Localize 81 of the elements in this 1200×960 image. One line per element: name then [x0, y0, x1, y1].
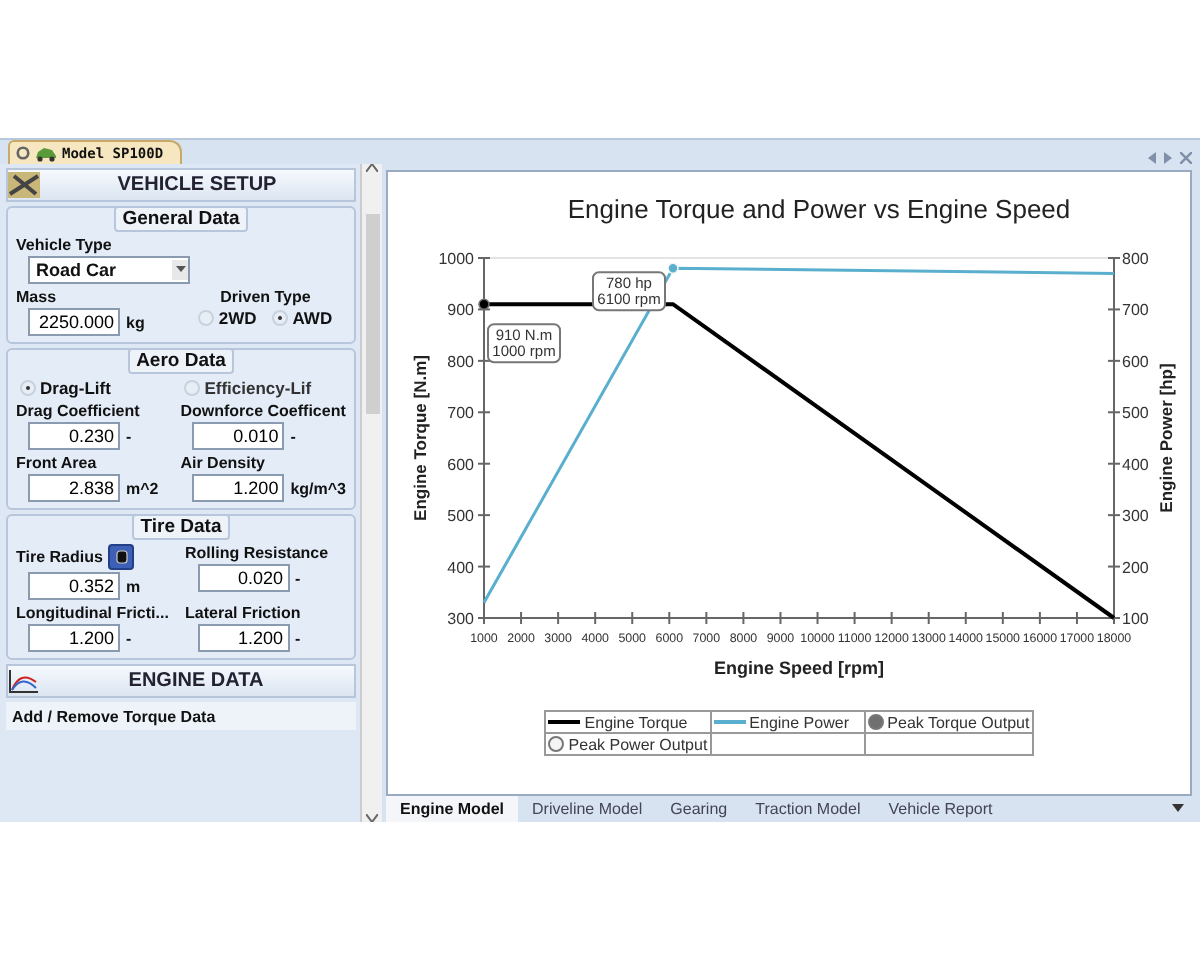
- field-label: Driven Type: [220, 288, 311, 306]
- axis-tick-label: 1000: [437, 250, 473, 268]
- input-field[interactable]: 0.230: [28, 422, 120, 450]
- input-field[interactable]: 2.838: [28, 474, 120, 502]
- radio-option[interactable]: Efficiency-Lif: [180, 378, 346, 398]
- peak-marker: [666, 262, 678, 275]
- peak-marker: [477, 298, 489, 311]
- input-field[interactable]: 2250.000: [28, 308, 120, 336]
- axis-tick-label: 500: [446, 507, 473, 526]
- input-field[interactable]: 0.010: [192, 422, 285, 450]
- axis-title: Engine Speed [rpm]: [713, 658, 883, 678]
- field-label: Air Density: [180, 454, 265, 472]
- unit-label: -: [295, 629, 301, 647]
- field-label: Longitudinal Fricti...: [16, 604, 169, 622]
- field-label: Mass: [16, 288, 57, 306]
- unit-label: m^2: [126, 479, 159, 497]
- scrollbar[interactable]: [360, 164, 382, 822]
- annotation-box: [591, 271, 665, 312]
- unit-label: kg/m^3: [290, 479, 346, 497]
- axis-title: Engine Torque [N.m]: [409, 355, 429, 521]
- field-label: Vehicle Type: [16, 236, 114, 254]
- axis-title: Engine Power [hp]: [1155, 363, 1175, 513]
- unit-label: m: [126, 577, 141, 595]
- field-label: Downforce Coefficent: [180, 402, 346, 420]
- axis-tick-label: 900: [446, 301, 473, 320]
- axis-tick-label: 600: [446, 455, 473, 474]
- tab[interactable]: Engine Model: [386, 796, 518, 822]
- input-field[interactable]: 1.200: [28, 624, 120, 652]
- unit-label: kg: [126, 313, 145, 331]
- list-item[interactable]: Add / Remove Torque Data: [6, 702, 356, 730]
- tab[interactable]: Gearing: [656, 796, 742, 822]
- input-field[interactable]: 0.352: [28, 572, 120, 600]
- axis-tick-label: 300: [1121, 507, 1148, 526]
- annotation-box: [486, 323, 560, 364]
- caret-icon: [175, 266, 185, 272]
- scroll-up-icon[interactable]: [366, 164, 378, 172]
- unit-label: -: [126, 629, 132, 647]
- radio-option[interactable]: 2WD: [198, 308, 257, 328]
- tab[interactable]: Traction Model: [741, 796, 875, 822]
- curve-chart-icon: [8, 669, 38, 693]
- axis-tick-label: 700: [446, 404, 473, 423]
- group-title: Aero Data: [128, 348, 234, 374]
- field-label: Lateral Friction: [185, 604, 301, 622]
- legend-label: Peak Power Output: [568, 735, 708, 753]
- legend-label: Peak Torque Output: [887, 713, 1030, 731]
- unit-label: -: [295, 569, 301, 587]
- axis-tick-label: 500: [1121, 404, 1148, 423]
- unit-label: -: [290, 427, 296, 445]
- tool-button[interactable]: [108, 544, 135, 570]
- field-label: Drag Coefficient: [16, 402, 140, 420]
- radio-option[interactable]: Drag-Lift: [16, 378, 173, 398]
- field-label: Tire Radius: [16, 548, 103, 566]
- axis-tick-label: 400: [1121, 455, 1148, 474]
- legend-label: Engine Power: [749, 713, 849, 731]
- axis-tick-label: 800: [1121, 250, 1148, 268]
- axis-tick-label: 700: [1121, 301, 1148, 320]
- tab[interactable]: Vehicle Report: [874, 796, 1007, 822]
- axis-tick-label: 200: [1121, 558, 1148, 577]
- section-header[interactable]: ENGINE DATA: [6, 664, 356, 698]
- legend-label: Engine Torque: [584, 713, 688, 731]
- section-title: ENGINE DATA: [126, 670, 266, 692]
- unit-label: -: [126, 427, 132, 445]
- tab[interactable]: Driveline Model: [518, 796, 657, 822]
- panel-title: VEHICLE SETUP: [115, 174, 279, 196]
- axis-tick-label: 100: [1121, 610, 1148, 628]
- axis-tick-label: 300: [446, 610, 473, 628]
- group-title: Tire Data: [132, 514, 230, 540]
- chart-title: Engine Torque and Power vs Engine Speed: [566, 194, 1070, 224]
- axis-tick-label: 800: [446, 352, 473, 371]
- car-icon: [34, 145, 58, 161]
- dropdown[interactable]: Road Car: [28, 256, 190, 284]
- input-field[interactable]: 0.020: [197, 564, 289, 592]
- axis-tick-label: 400: [446, 558, 473, 577]
- input-field[interactable]: 1.200: [192, 474, 285, 502]
- axis-tick-label: 600: [1121, 352, 1148, 371]
- group-title: General Data: [114, 206, 248, 232]
- field-label: Rolling Resistance: [185, 544, 329, 562]
- radio-option[interactable]: AWD: [272, 308, 333, 328]
- scroll-down-icon[interactable]: [366, 814, 378, 822]
- field-label: Front Area: [16, 454, 97, 472]
- input-field[interactable]: 1.200: [197, 624, 289, 652]
